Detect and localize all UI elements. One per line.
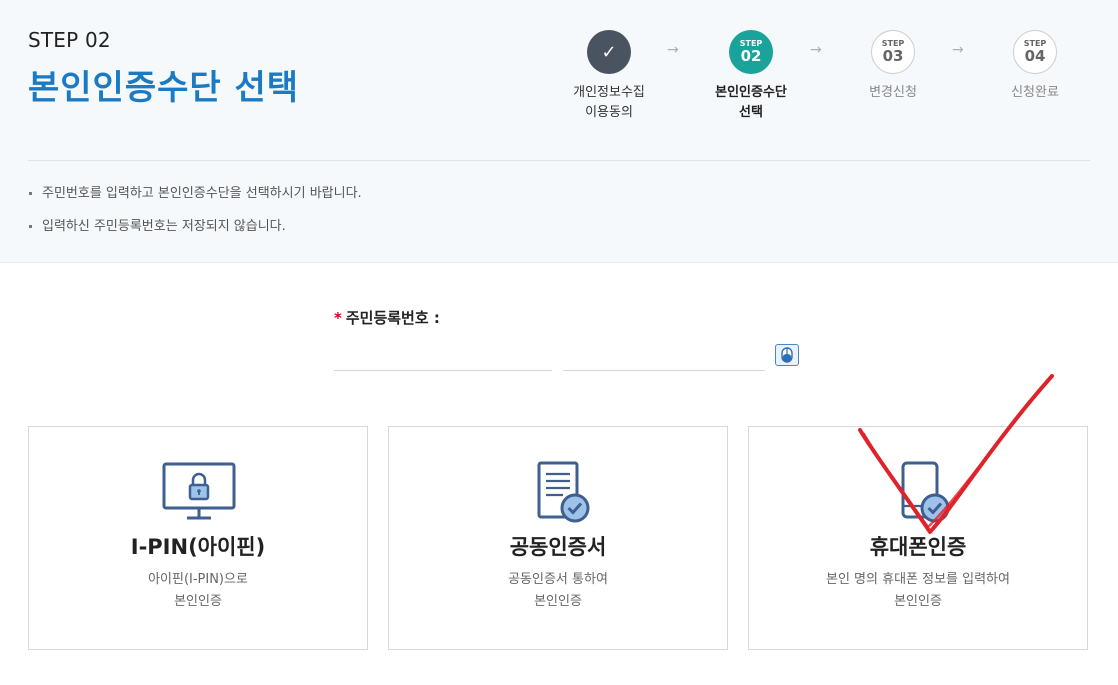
step-1: ✓ 개인정보수집 이용동의 xyxy=(554,30,664,123)
card-title: 공동인증서 xyxy=(509,535,607,559)
step-3-badge: STEP 03 xyxy=(871,30,915,74)
page-header: STEP 02 본인인증수단 선택 ✓ 개인정보수집 이용동의 → STEP 0… xyxy=(0,0,1118,263)
notice-item: 입력하신 주민등록번호는 저장되지 않습니다. xyxy=(28,217,362,236)
step-1-label: 개인정보수집 이용동의 xyxy=(573,85,645,120)
step-3: STEP 03 변경신청 xyxy=(838,30,948,103)
arrow-icon: → xyxy=(667,42,679,58)
card-description: 아이핀(I-PIN)으로 본인인증 xyxy=(148,572,248,609)
rrn-first-input[interactable] xyxy=(334,342,552,371)
monitor-lock-icon xyxy=(162,462,236,520)
certificate-auth-card[interactable]: 공동인증서 공동인증서 통하여 본인인증 xyxy=(388,426,728,650)
virtual-keypad-button[interactable] xyxy=(775,344,799,366)
card-title: I-PIN(아이핀) xyxy=(130,535,266,559)
phone-auth-card[interactable]: 휴대폰인증 본인 명의 휴대폰 정보를 입력하여 본인인증 xyxy=(748,426,1088,650)
notice-list: 주민번호를 입력하고 본인인증수단을 선택하시기 바랍니다. 입력하신 주민등록… xyxy=(28,184,362,250)
step-2: STEP 02 본인인증수단 선택 xyxy=(696,30,806,123)
ipin-auth-card[interactable]: I-PIN(아이핀) 아이핀(I-PIN)으로 본인인증 xyxy=(28,426,368,650)
card-title: 휴대폰인증 xyxy=(869,535,967,559)
required-mark: * xyxy=(334,309,342,327)
arrow-icon: → xyxy=(952,42,964,58)
notice-item: 주민번호를 입력하고 본인인증수단을 선택하시기 바랍니다. xyxy=(28,184,362,203)
progress-stepper: ✓ 개인정보수집 이용동의 → STEP 02 본인인증수단 선택 → STEP… xyxy=(560,30,1100,130)
phone-check-icon xyxy=(901,461,950,523)
rrn-second-input[interactable] xyxy=(563,342,765,371)
step-label: STEP 02 xyxy=(28,28,111,52)
step-4: STEP 04 신청완료 xyxy=(980,30,1090,103)
step-3-label: 변경신청 xyxy=(869,85,917,100)
card-description: 본인 명의 휴대폰 정보를 입력하여 본인인증 xyxy=(826,572,1010,609)
check-icon: ✓ xyxy=(587,30,631,74)
rrn-label-text: 주민등록번호 : xyxy=(345,309,440,327)
step-4-label: 신청완료 xyxy=(1011,85,1059,100)
mouse-keypad-icon xyxy=(781,347,793,363)
arrow-icon: → xyxy=(810,42,822,58)
rrn-label: * 주민등록번호 : xyxy=(334,307,440,328)
divider xyxy=(28,160,1090,161)
certificate-check-icon xyxy=(537,461,590,523)
step-2-badge: STEP 02 xyxy=(729,30,773,74)
step-4-badge: STEP 04 xyxy=(1013,30,1057,74)
step-2-label: 본인인증수단 선택 xyxy=(715,85,787,120)
page-title: 본인인증수단 선택 xyxy=(28,68,300,108)
card-description: 공동인증서 통하여 본인인증 xyxy=(508,572,608,609)
